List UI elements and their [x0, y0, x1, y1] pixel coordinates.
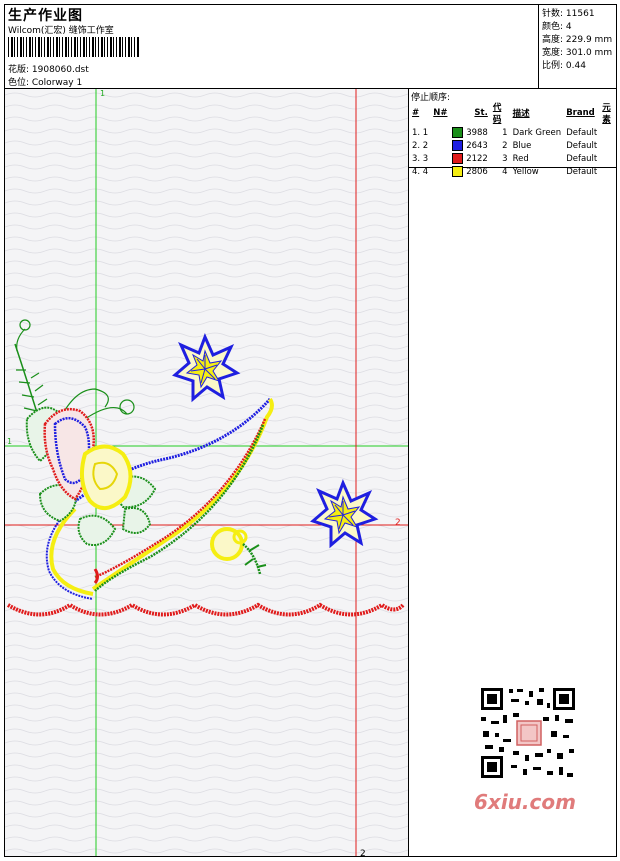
col-header-brand: Brand: [566, 108, 595, 118]
guide-label-v1: 1: [100, 89, 105, 98]
guide-label-v2: 2: [360, 849, 366, 856]
guide-label-h2: 2: [395, 518, 401, 528]
stat-colors: 颜色: 4: [542, 22, 572, 32]
stat-height: 高度: 229.9 mm: [542, 35, 613, 45]
stop-sequence-table: # N# St. 代码 描述 Brand 元素 1. 1 3988 1 Dark…: [410, 101, 620, 178]
rose-yellow: [79, 444, 133, 510]
col-header-code: 代码: [492, 103, 502, 125]
design-canvas[interactable]: 1 1 2 2: [5, 89, 408, 856]
stats-divider: [538, 4, 539, 88]
stat-width: 宽度: 301.0 mm: [542, 48, 613, 58]
stat-scale: 比例: 0.44: [542, 61, 586, 71]
col-header-element: 元素: [602, 103, 611, 125]
table-row[interactable]: 4. 4 2806 4 Yellow Default: [410, 165, 620, 178]
color-swatch: [452, 127, 464, 138]
qr-code: [473, 683, 583, 783]
col-header-idx: #: [412, 108, 420, 118]
page-title: 生产作业图: [8, 8, 83, 24]
color-swatch: [452, 140, 464, 151]
table-row[interactable]: 1. 1 3988 1 Dark Green Default: [410, 126, 620, 139]
col-header-stitches: St.: [474, 108, 488, 118]
stat-stitches: 针数: 11561: [542, 9, 595, 19]
guide-label-h1: 1: [7, 437, 12, 446]
design-file-label: 花版: 1908060.dst: [8, 65, 89, 75]
studio-name: Wilcom(汇宏) 缝饰工作室: [8, 26, 114, 36]
col-header-desc: 描述: [512, 109, 530, 119]
color-swatch: [452, 153, 464, 164]
col-header-needle: N#: [433, 108, 448, 118]
color-swatch: [452, 166, 464, 177]
colorway-label: 色位: Colorway 1: [8, 78, 83, 88]
table-row[interactable]: 3. 3 2122 3 Red Default: [410, 152, 620, 165]
table-row[interactable]: 2. 2 2643 2 Blue Default: [410, 139, 620, 152]
barcode: [8, 37, 140, 57]
panel-divider: [408, 88, 409, 857]
watermark-logo: 6xiu.com: [474, 790, 576, 814]
